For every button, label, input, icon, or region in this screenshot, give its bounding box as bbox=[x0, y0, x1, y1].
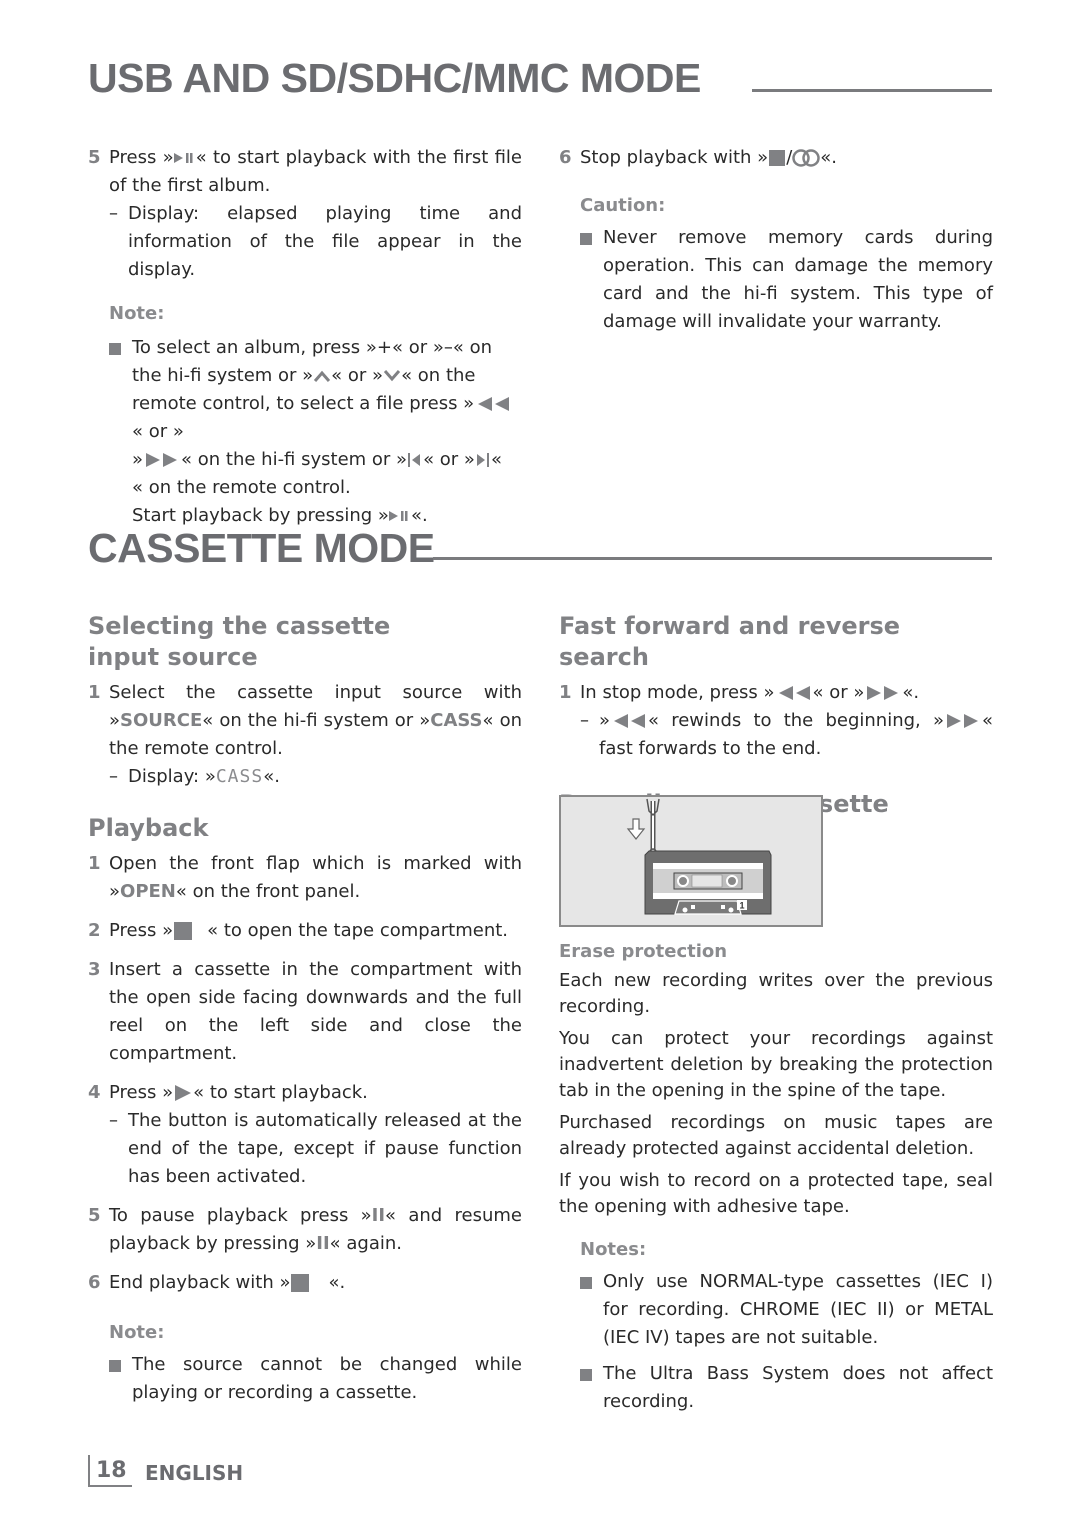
open-label: OPEN bbox=[120, 881, 176, 902]
note-heading: Note: bbox=[109, 1322, 165, 1343]
up-arrow-icon bbox=[314, 370, 331, 382]
section-title-cassette: CASSETTE MODE bbox=[88, 525, 435, 571]
playback-step-5: 5 To pause playback press »II« and resum… bbox=[88, 1205, 523, 1254]
usb-step-5-dash: – Display: elapsed playing time and infor… bbox=[109, 203, 522, 280]
erase-paragraph: Purchased recordings on music tapes are … bbox=[559, 1112, 993, 1159]
lcd-display-text: CASS bbox=[215, 766, 264, 787]
play-pause-icon bbox=[388, 511, 408, 521]
caution-heading: Caution: bbox=[580, 195, 666, 216]
play-pause-icon bbox=[173, 153, 193, 163]
note-heading: Note: bbox=[109, 303, 165, 324]
usb-left-column: 5 Press » « to start playback with the fi… bbox=[88, 144, 522, 530]
figure-label: 1 bbox=[739, 901, 744, 911]
pause-icon: II bbox=[371, 1205, 386, 1226]
stop-icon bbox=[769, 150, 786, 166]
notes-heading: Notes: bbox=[580, 1239, 647, 1260]
cassette-erase-protection-figure: 1 bbox=[559, 795, 823, 927]
erase-paragraph: If you wish to record on a protected tap… bbox=[559, 1170, 993, 1217]
bullet-square-icon bbox=[580, 1369, 592, 1381]
cassette-right-column: Fast forward and reverse search 1 In sto… bbox=[559, 611, 993, 820]
selecting-display-dash: – Display: »CASS«. bbox=[109, 766, 280, 787]
playback-step-3: 3 Insert a cassette in the compartment w… bbox=[88, 959, 522, 1064]
caution-bullet: Never remove memory cards during operati… bbox=[580, 224, 993, 336]
cassette-left-column: Selecting the cassette input source 1 Se… bbox=[88, 611, 522, 1407]
title-rule bbox=[433, 557, 992, 560]
usb-step-5: 5 Press » « to start playback with the fi… bbox=[88, 144, 522, 200]
cassette-illustration: 1 bbox=[626, 798, 772, 915]
recording-note-bullet: Only use NORMAL-type cassettes (IEC I) f… bbox=[580, 1268, 993, 1352]
fast-forward-icon bbox=[146, 453, 178, 467]
rewind-icon bbox=[778, 686, 810, 700]
footer-language: ENGLISH bbox=[145, 1461, 244, 1485]
bullet-square-icon bbox=[580, 233, 592, 245]
erase-protection-block: Erase protection Each new recording writ… bbox=[559, 940, 993, 1416]
playback-note-bullet: The source cannot be changed while playi… bbox=[109, 1351, 522, 1407]
play-icon bbox=[175, 1085, 192, 1101]
page-number: 18 bbox=[96, 1458, 127, 1483]
bullet-square-icon bbox=[109, 343, 121, 355]
usb-step-6: 6 Stop playback with » / «. bbox=[559, 144, 993, 172]
playback-step-1: 1 Open the front flap which is marked wi… bbox=[88, 853, 522, 902]
fast-forward-icon bbox=[946, 714, 978, 728]
fast-forward-icon bbox=[867, 686, 899, 700]
rewind-icon bbox=[614, 714, 646, 728]
step-number: 6 bbox=[559, 147, 572, 168]
pause-icon: II bbox=[316, 1233, 330, 1254]
bullet-square-icon bbox=[109, 1360, 121, 1372]
playback-heading: Playback bbox=[88, 814, 209, 842]
cassette-icon: 1 bbox=[644, 850, 772, 915]
playback-step-4-dash: – The button is automatically released at… bbox=[109, 1110, 522, 1187]
stop-eject-icon bbox=[174, 922, 193, 940]
erase-protection-heading: Erase protection bbox=[559, 941, 728, 962]
selecting-step-1: 1 Select the cassette input source with … bbox=[88, 682, 523, 759]
playback-step-2: 2 Press » « to open the tape compartment. bbox=[88, 920, 509, 941]
step-number: 5 bbox=[88, 147, 101, 168]
fast-step-1: 1 In stop mode, press » « or » «. bbox=[559, 682, 920, 703]
down-arrow-icon bbox=[626, 818, 646, 840]
recording-note-bullet: The Ultra Bass System does not affect re… bbox=[580, 1360, 993, 1416]
selecting-heading: Selecting the cassette input source bbox=[88, 612, 391, 671]
playback-step-4: 4 Press » « to start playback. bbox=[88, 1082, 368, 1103]
usb-right-column: 6 Stop playback with » / «. Caution: Never… bbox=[559, 144, 993, 336]
cass-button-label: CASS bbox=[430, 710, 483, 731]
rewind-icon bbox=[478, 397, 510, 411]
stop-eject-icon bbox=[291, 1274, 310, 1292]
bullet-square-icon bbox=[580, 1277, 592, 1289]
section-title-usb: USB AND SD/SDHC/MMC MODE bbox=[88, 55, 701, 101]
erase-paragraph: You can protect your recordings against … bbox=[559, 1028, 993, 1101]
erase-paragraph: Each new recording writes over the previ… bbox=[559, 970, 993, 1017]
fast-forward-heading: Fast forward and reverse search bbox=[559, 612, 901, 671]
playback-step-6: 6 End playback with » «. bbox=[88, 1272, 346, 1293]
down-arrow-icon bbox=[383, 370, 401, 382]
skip-back-icon bbox=[408, 453, 421, 467]
eject-loop-icon bbox=[792, 149, 821, 167]
source-button-label: SOURCE bbox=[120, 710, 203, 731]
fast-step-1-dash: –» « rewinds to the beginning, » « fast fo… bbox=[580, 710, 993, 759]
usb-note-bullet: To select an album, press »+« or »–« on … bbox=[109, 334, 522, 530]
title-rule bbox=[752, 89, 992, 92]
skip-forward-icon bbox=[476, 453, 489, 467]
